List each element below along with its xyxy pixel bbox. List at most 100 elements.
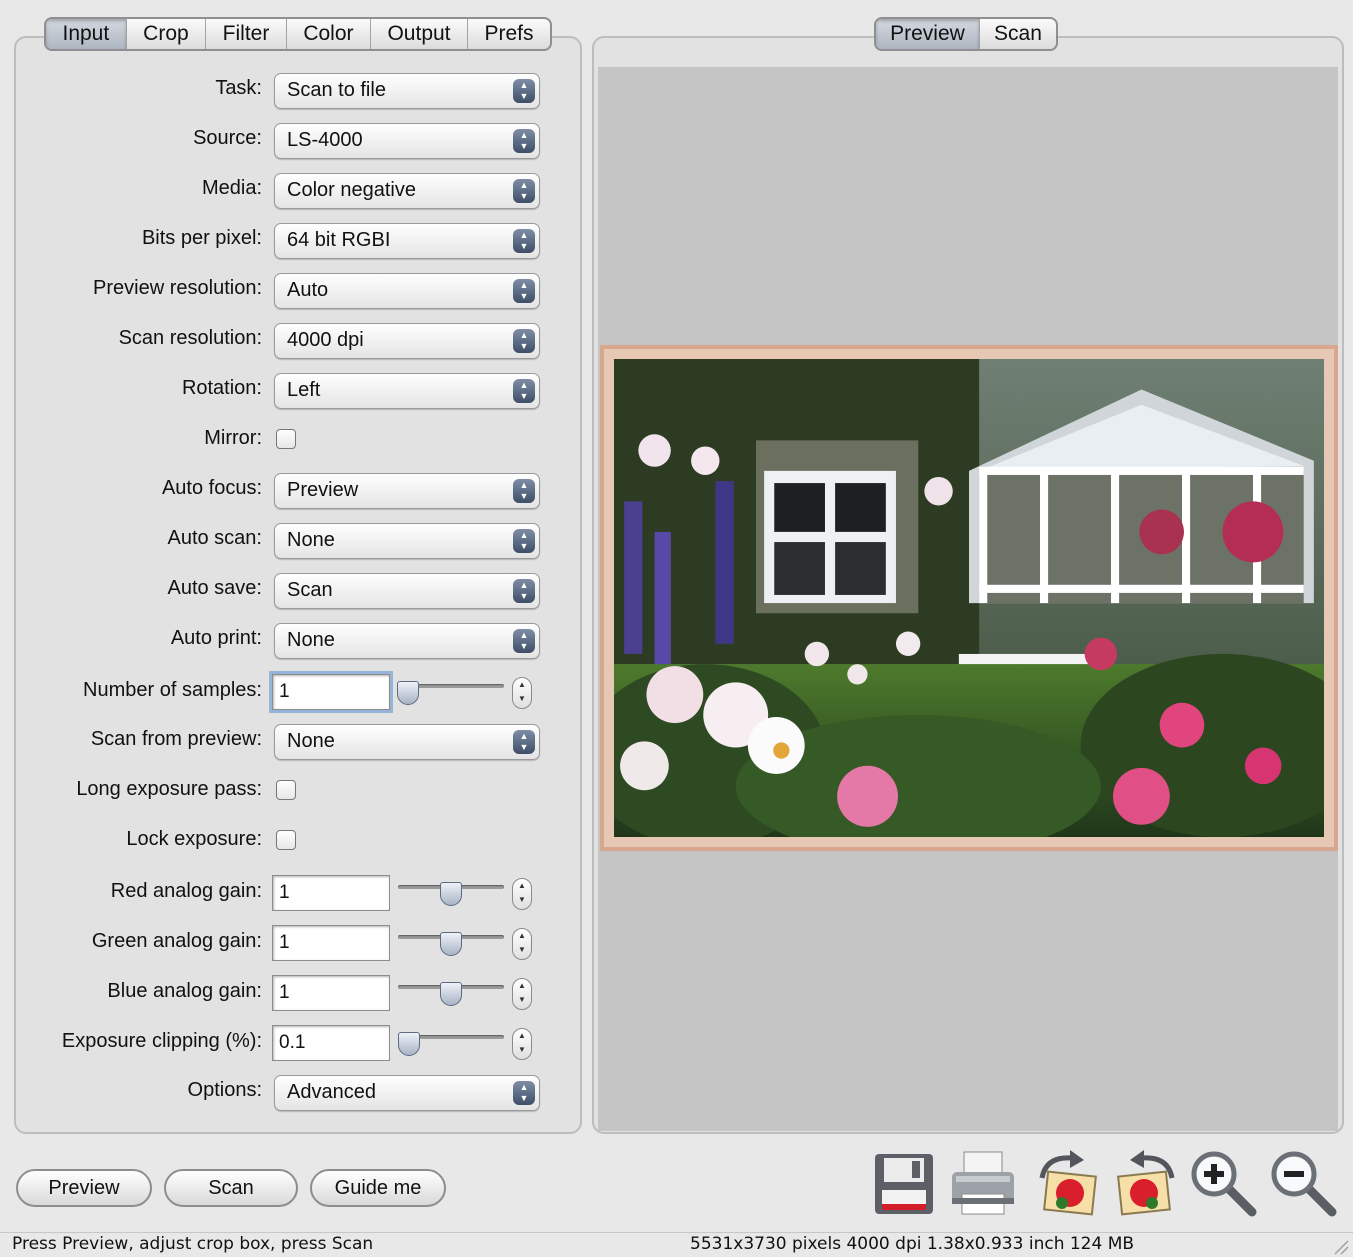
guide-me-button[interactable]: Guide me [310, 1169, 446, 1207]
auto-focus-select[interactable]: Preview ▲ ▼ [274, 473, 540, 509]
bits-select[interactable]: 64 bit RGBI ▲ ▼ [274, 223, 540, 259]
auto-scan-row: Auto scan: None ▲ ▼ [14, 521, 574, 561]
blue-gain-row: Blue analog gain: ▲▼ [14, 974, 574, 1014]
media-select[interactable]: Color negative ▲ ▼ [274, 173, 540, 209]
auto-save-row: Auto save: Scan ▲ ▼ [14, 571, 574, 611]
auto-print-row: Auto print: None ▲ ▼ [14, 621, 574, 661]
long-exposure-row: Long exposure pass: [14, 772, 574, 812]
slider-thumb[interactable] [397, 1032, 420, 1056]
slider-thumb[interactable] [440, 932, 462, 956]
samples-input[interactable] [269, 671, 393, 713]
view-tabbar: Preview Scan [874, 17, 1058, 51]
rotate-right-icon[interactable] [1032, 1148, 1102, 1218]
preview-resolution-value: Auto [287, 279, 329, 301]
green-gain-stepper[interactable]: ▲ ▼ [512, 928, 532, 960]
mirror-label: Mirror: [204, 427, 262, 449]
zoom-in-icon[interactable] [1188, 1148, 1258, 1218]
popup-arrows-icon: ▲ ▼ [513, 129, 535, 153]
options-label: Options: [187, 1079, 262, 1101]
tab-filter[interactable]: Filter [206, 19, 287, 49]
options-select[interactable]: Advanced ▲ ▼ [274, 1075, 540, 1111]
long-exposure-checkbox[interactable] [276, 780, 296, 800]
resize-grip-icon[interactable] [1331, 1237, 1349, 1255]
auto-scan-select[interactable]: None ▲ ▼ [274, 523, 540, 559]
samples-slider[interactable] [396, 681, 504, 705]
blue-gain-label: Blue analog gain: [107, 980, 262, 1002]
preview-canvas[interactable] [598, 67, 1338, 1131]
save-icon[interactable] [870, 1148, 940, 1218]
scan-from-preview-label: Scan from preview: [90, 728, 262, 750]
popup-arrows-icon: ▲ ▼ [513, 179, 535, 203]
preview-image[interactable] [600, 345, 1338, 851]
scan-resolution-row: Scan resolution: 4000 dpi ▲ ▼ [14, 321, 574, 361]
scan-resolution-select[interactable]: 4000 dpi ▲ ▼ [274, 323, 540, 359]
preview-resolution-select[interactable]: Auto ▲ ▼ [274, 273, 540, 309]
green-gain-input[interactable] [272, 925, 390, 961]
blue-gain-stepper[interactable]: ▲ ▼ [512, 978, 532, 1010]
scan-resolution-value: 4000 dpi [287, 329, 364, 351]
auto-focus-label: Auto focus: [161, 477, 262, 499]
blue-gain-slider[interactable] [398, 982, 504, 1006]
status-image-info: 5531x3730 pixels 4000 dpi 1.38x0.933 inc… [690, 1234, 1135, 1254]
bits-row: Bits per pixel: 64 bit RGBI ▲ ▼ [14, 221, 574, 261]
task-select[interactable]: Scan to file ▲ ▼ [274, 73, 540, 109]
red-gain-stepper[interactable]: ▲ ▼ [512, 878, 532, 910]
scan-button[interactable]: Scan [164, 1169, 298, 1207]
slider-thumb[interactable] [440, 982, 462, 1006]
exposure-clipping-stepper[interactable]: ▲ ▼ [512, 1028, 532, 1060]
tab-crop[interactable]: Crop [127, 19, 207, 49]
source-value: LS-4000 [287, 129, 363, 151]
scan-from-preview-select[interactable]: None ▲ ▼ [274, 724, 540, 760]
source-select[interactable]: LS-4000 ▲ ▼ [274, 123, 540, 159]
green-gain-row: Green analog gain: ▲▼ [14, 924, 574, 964]
exposure-clipping-row: Exposure clipping (%): ▲▼ [14, 1024, 574, 1064]
options-value: Advanced [287, 1081, 376, 1103]
auto-print-value: None [287, 629, 335, 651]
popup-arrows-icon: ▲ ▼ [513, 730, 535, 754]
rotate-left-icon[interactable] [1112, 1148, 1182, 1218]
rotation-select[interactable]: Left ▲ ▼ [274, 373, 540, 409]
auto-focus-row: Auto focus: Preview ▲ ▼ [14, 471, 574, 511]
green-gain-slider[interactable] [398, 932, 504, 956]
tab-input[interactable]: Input [46, 19, 127, 49]
print-icon[interactable] [948, 1148, 1018, 1218]
auto-print-select[interactable]: None ▲ ▼ [274, 623, 540, 659]
auto-save-value: Scan [287, 579, 333, 601]
mirror-checkbox[interactable] [276, 429, 296, 449]
samples-stepper[interactable]: ▲ ▼ [512, 677, 532, 709]
source-row: Source: LS-4000 ▲ ▼ [14, 121, 574, 161]
popup-arrows-icon: ▲ ▼ [513, 479, 535, 503]
exposure-clipping-input[interactable] [272, 1025, 390, 1061]
tab-color[interactable]: Color [287, 19, 371, 49]
tab-preview[interactable]: Preview [876, 19, 980, 49]
red-gain-input[interactable] [272, 875, 390, 911]
red-gain-slider[interactable] [398, 882, 504, 906]
preview-resolution-label: Preview resolution: [93, 277, 262, 299]
exposure-clipping-slider[interactable] [397, 1032, 504, 1056]
auto-save-select[interactable]: Scan ▲ ▼ [274, 573, 540, 609]
popup-arrows-icon: ▲ ▼ [513, 579, 535, 603]
tab-output[interactable]: Output [371, 19, 468, 49]
auto-print-label: Auto print: [170, 627, 262, 649]
lock-exposure-checkbox[interactable] [276, 830, 296, 850]
long-exposure-label: Long exposure pass: [76, 778, 262, 800]
tab-scan[interactable]: Scan [980, 19, 1056, 49]
auto-focus-value: Preview [287, 479, 359, 501]
red-gain-label: Red analog gain: [110, 880, 262, 902]
slider-thumb[interactable] [396, 681, 419, 705]
task-label: Task: [215, 77, 262, 99]
popup-arrows-icon: ▲ ▼ [513, 79, 535, 103]
settings-tabbar: Input Crop Filter Color Output Prefs [44, 17, 552, 51]
preview-resolution-row: Preview resolution: Auto ▲ ▼ [14, 271, 574, 311]
status-divider [0, 1232, 1353, 1233]
blue-gain-input[interactable] [272, 975, 390, 1011]
task-row: Task: Scan to file ▲ ▼ [14, 71, 574, 111]
popup-arrows-icon: ▲ ▼ [513, 379, 535, 403]
samples-label: Number of samples: [83, 679, 262, 701]
tab-prefs[interactable]: Prefs [468, 19, 550, 49]
mirror-row: Mirror: [14, 421, 574, 461]
preview-button[interactable]: Preview [16, 1169, 152, 1207]
zoom-out-icon[interactable] [1268, 1148, 1338, 1218]
slider-thumb[interactable] [440, 882, 462, 906]
options-row: Options: Advanced ▲ ▼ [14, 1073, 574, 1113]
